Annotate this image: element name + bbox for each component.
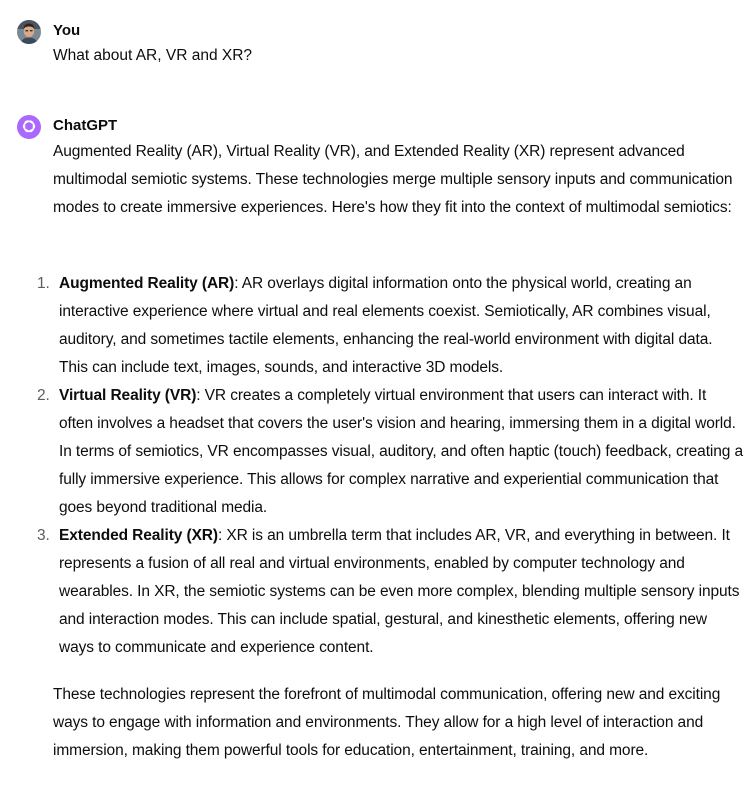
assistant-conclusion-paragraph: These technologies represent the forefro… bbox=[53, 686, 721, 759]
list-item-number: 2. bbox=[37, 387, 50, 404]
list-item-title: Augmented Reality (AR) bbox=[59, 275, 235, 292]
assistant-author-name: ChatGPT bbox=[53, 117, 118, 134]
assistant-avatar bbox=[17, 115, 41, 139]
openai-logo-icon bbox=[22, 120, 36, 133]
list-item-text: : XR is an umbrella term that includes A… bbox=[59, 527, 740, 656]
list-item-number: 3. bbox=[37, 527, 50, 544]
list-item: 3. Extended Reality (XR): XR is an umbrel… bbox=[0, 522, 750, 662]
list-item: 1. Augmented Reality (AR): AR overlays di… bbox=[0, 270, 750, 382]
assistant-numbered-list: 1. Augmented Reality (AR): AR overlays di… bbox=[0, 270, 750, 662]
list-item-number: 1. bbox=[37, 275, 50, 292]
assistant-intro-paragraph: Augmented Reality (AR), Virtual Reality … bbox=[53, 143, 733, 216]
assistant-message: ChatGPT Augmented Reality (AR), Virtual … bbox=[0, 0, 750, 797]
list-item-title: Extended Reality (XR) bbox=[59, 527, 218, 544]
list-item-title: Virtual Reality (VR) bbox=[59, 387, 197, 404]
list-item-text: : VR creates a completely virtual enviro… bbox=[59, 387, 744, 516]
list-item: 2. Virtual Reality (VR): VR creates a com… bbox=[0, 382, 750, 522]
